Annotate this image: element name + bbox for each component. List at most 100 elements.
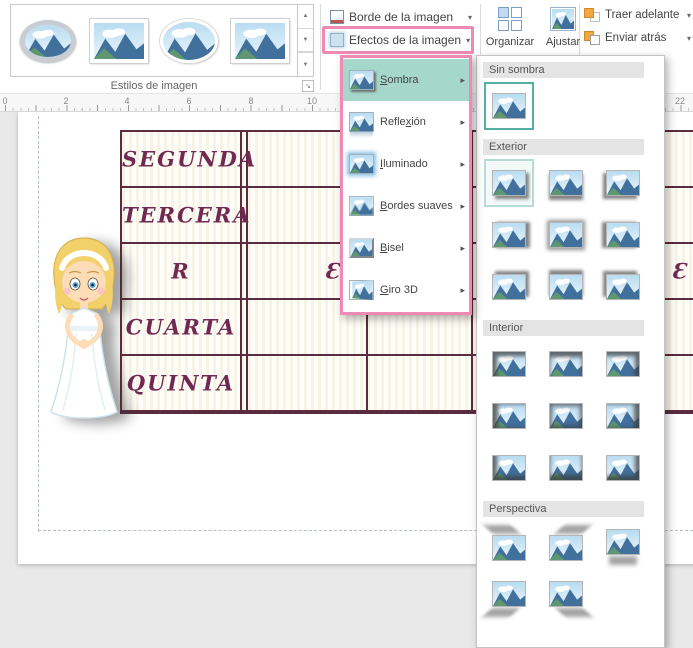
shadow-option-thumbnail bbox=[492, 455, 526, 481]
table-cell-text[interactable]: R bbox=[122, 259, 240, 284]
effects-menu-item[interactable]: Iluminado ▸ bbox=[343, 143, 469, 185]
shadow-option[interactable] bbox=[487, 524, 531, 566]
shadow-option-thumbnail bbox=[492, 274, 526, 300]
shadow-option-thumbnail bbox=[492, 222, 526, 248]
shadow-option-thumbnail bbox=[492, 93, 526, 119]
ruler-number: 10 bbox=[306, 96, 318, 106]
gallery-section-header: Sin sombra bbox=[483, 62, 644, 78]
shadow-option[interactable] bbox=[544, 266, 588, 308]
picture-style-option[interactable] bbox=[87, 9, 151, 73]
shadow-option-thumbnail bbox=[549, 274, 583, 300]
shadow-option[interactable] bbox=[544, 524, 588, 566]
shadow-option-thumbnail bbox=[606, 222, 640, 248]
gallery-section-grid bbox=[483, 522, 658, 622]
picture-styles-items bbox=[11, 5, 297, 76]
shadow-option[interactable] bbox=[544, 214, 588, 256]
shadow-gallery-panel: Sin sombra Exterior Interior Perspectiva bbox=[476, 55, 665, 648]
shadow-option[interactable] bbox=[601, 447, 645, 489]
effects-menu-item[interactable]: Bordes suaves ▸ bbox=[343, 185, 469, 227]
adjust-label: Ajustar bbox=[545, 36, 581, 48]
picture-effects-button[interactable]: Efectos de la imagen ▾ bbox=[322, 26, 474, 54]
gallery-section-header: Exterior bbox=[483, 139, 644, 155]
submenu-arrow-icon: ▸ bbox=[460, 116, 465, 127]
shadow-option-thumbnail bbox=[606, 529, 640, 555]
effects-menu-item[interactable]: Bisel ▸ bbox=[343, 227, 469, 269]
shadow-option[interactable] bbox=[544, 162, 588, 204]
gallery-more-button[interactable]: ▼ bbox=[298, 52, 313, 77]
picture-style-thumbnail bbox=[88, 17, 149, 64]
picture-border-button[interactable]: Borde de la imagen ▾ bbox=[330, 6, 476, 28]
effect-thumbnail-icon bbox=[349, 280, 374, 300]
shadow-option[interactable] bbox=[484, 82, 534, 130]
ruler-number: 2 bbox=[63, 96, 69, 106]
shadow-option[interactable] bbox=[487, 214, 531, 256]
caret-down-icon: ▾ bbox=[467, 12, 472, 22]
effects-menu-item[interactable]: Reflexión ▸ bbox=[343, 101, 469, 143]
send-backward-button[interactable]: Enviar atrás ▾ bbox=[584, 31, 691, 45]
shadow-option[interactable] bbox=[601, 214, 645, 256]
gallery-scroll-down-button[interactable]: ▼ bbox=[298, 28, 313, 53]
picture-styles-group-label: Estilos de imagen bbox=[110, 80, 198, 92]
shadow-option[interactable] bbox=[544, 447, 588, 489]
ruler-number: 0 bbox=[2, 96, 8, 106]
gallery-scroll-up-button[interactable]: ▲ bbox=[298, 5, 313, 29]
picture-style-thumbnail bbox=[160, 18, 219, 63]
caret-down-icon: ▾ bbox=[686, 10, 691, 20]
submenu-arrow-icon: ▸ bbox=[460, 242, 465, 253]
shadow-option[interactable] bbox=[544, 576, 588, 618]
picture-style-option[interactable] bbox=[228, 9, 292, 73]
picture-girl-clipart[interactable] bbox=[36, 226, 132, 424]
picture-style-thumbnail bbox=[20, 19, 77, 62]
shadow-option[interactable] bbox=[601, 162, 645, 204]
shadow-option[interactable] bbox=[487, 266, 531, 308]
shadow-gallery-section: Sin sombra bbox=[483, 62, 658, 131]
submenu-arrow-icon: ▸ bbox=[460, 74, 465, 85]
ruler-number: 22 bbox=[674, 96, 686, 106]
effect-thumbnail-icon bbox=[349, 196, 374, 216]
application-window: ▲ ▼ ▼ Estilos de imagen ↘ Borde de la im… bbox=[0, 0, 693, 648]
shadow-option[interactable] bbox=[601, 266, 645, 308]
shadow-gallery-section: Perspectiva bbox=[483, 501, 658, 622]
shadow-option[interactable] bbox=[544, 343, 588, 385]
picture-effects-menu: Sombra ▸ Reflexión ▸ Iluminado ▸ Bordes … bbox=[340, 55, 472, 315]
gallery-section-header: Perspectiva bbox=[483, 501, 644, 517]
menu-item-label: Bordes suaves bbox=[380, 200, 453, 212]
picture-style-option[interactable] bbox=[157, 9, 221, 73]
shadow-option[interactable] bbox=[601, 343, 645, 385]
table-cell-text[interactable]: TERCERA bbox=[122, 203, 250, 228]
shadow-option-thumbnail bbox=[606, 455, 640, 481]
picture-style-option[interactable] bbox=[16, 9, 80, 73]
picture-style-thumbnail bbox=[229, 17, 290, 64]
shadow-option-thumbnail bbox=[492, 351, 526, 377]
shadow-option[interactable] bbox=[487, 576, 531, 618]
caret-down-icon: ▾ bbox=[686, 33, 691, 43]
table-cell-text[interactable]: CUARTA bbox=[122, 315, 240, 340]
table-cell-text[interactable]: Ɛ bbox=[668, 259, 692, 284]
shadow-option-thumbnail bbox=[606, 170, 640, 196]
shadow-option[interactable] bbox=[544, 395, 588, 437]
shadow-option-thumbnail bbox=[606, 274, 640, 300]
bring-forward-button[interactable]: Traer adelante ▾ bbox=[584, 8, 691, 22]
shadow-option-thumbnail bbox=[549, 535, 583, 561]
effects-menu-item[interactable]: Giro 3D ▸ bbox=[343, 269, 469, 311]
submenu-arrow-icon: ▸ bbox=[460, 200, 465, 211]
shadow-option[interactable] bbox=[487, 343, 531, 385]
shadow-option[interactable] bbox=[601, 395, 645, 437]
shadow-option[interactable] bbox=[484, 159, 534, 207]
dialog-launcher-icon[interactable]: ↘ bbox=[302, 80, 314, 92]
shadow-option[interactable] bbox=[487, 447, 531, 489]
table-cell-text[interactable]: QUINTA bbox=[122, 371, 240, 396]
gallery-section-grid bbox=[483, 82, 658, 131]
shadow-option-thumbnail bbox=[606, 403, 640, 429]
effects-menu-item[interactable]: Sombra ▸ bbox=[343, 59, 469, 101]
group-separator bbox=[320, 4, 321, 90]
send-backward-icon bbox=[584, 31, 600, 45]
shadow-option-thumbnail bbox=[549, 170, 583, 196]
table-cell-text[interactable]: SEGUNDA bbox=[122, 147, 255, 172]
gallery-section-grid bbox=[483, 341, 658, 493]
shadow-option[interactable] bbox=[601, 524, 645, 566]
shadow-option[interactable] bbox=[487, 395, 531, 437]
adjust-icon bbox=[550, 7, 576, 31]
caret-down-icon: ▾ bbox=[466, 35, 471, 45]
gallery-section-grid bbox=[483, 159, 658, 312]
